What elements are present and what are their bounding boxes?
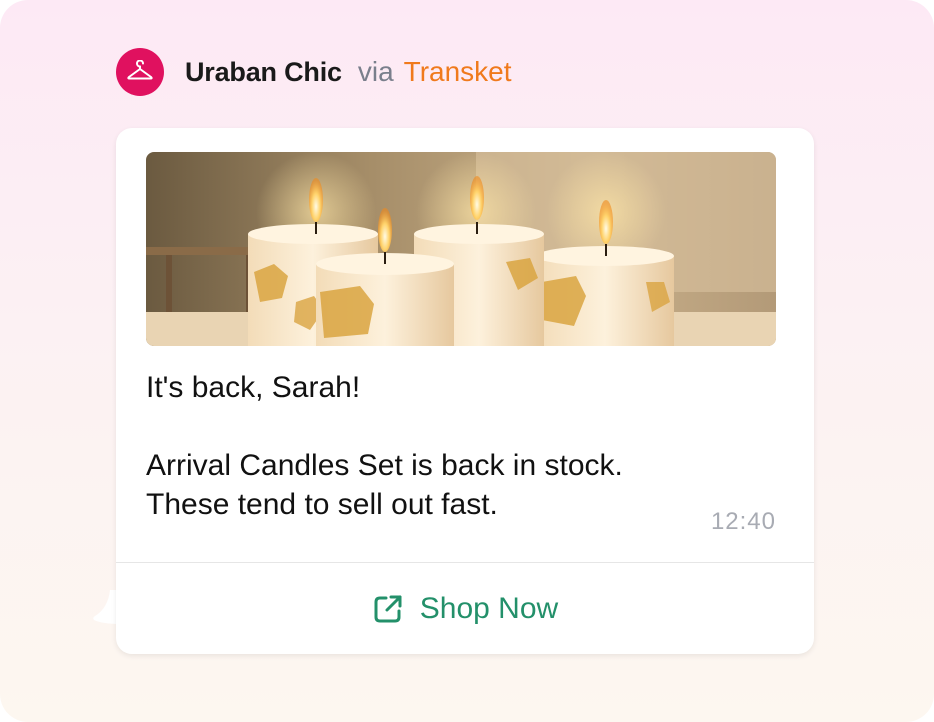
avatar bbox=[116, 48, 164, 96]
via-label: via bbox=[357, 56, 394, 87]
hanger-icon bbox=[127, 60, 153, 80]
shop-now-label: Shop Now bbox=[419, 591, 559, 625]
candles-image bbox=[146, 152, 776, 346]
product-image[interactable] bbox=[146, 152, 776, 346]
message-text: It's back, Sarah! Arrival Candles Set is… bbox=[146, 368, 766, 524]
message-bubble: It's back, Sarah! Arrival Candles Set is… bbox=[116, 128, 814, 654]
sender-name: Uraban Chic bbox=[185, 56, 342, 87]
external-link-icon bbox=[374, 595, 402, 622]
message-greeting: It's back, Sarah! bbox=[146, 371, 361, 404]
message-timestamp: 12:40 bbox=[710, 508, 776, 535]
message-body-line2: These tend to sell out fast. bbox=[146, 488, 498, 521]
provider-name: Transket bbox=[403, 56, 512, 87]
preview-canvas: Uraban Chic via Transket It's back, Sara… bbox=[0, 0, 934, 722]
message-body-line1: Arrival Candles Set is back in stock. bbox=[146, 449, 623, 482]
sender-header: Uraban Chic via Transket bbox=[116, 48, 512, 96]
shop-now-button[interactable]: Shop Now bbox=[116, 563, 814, 654]
